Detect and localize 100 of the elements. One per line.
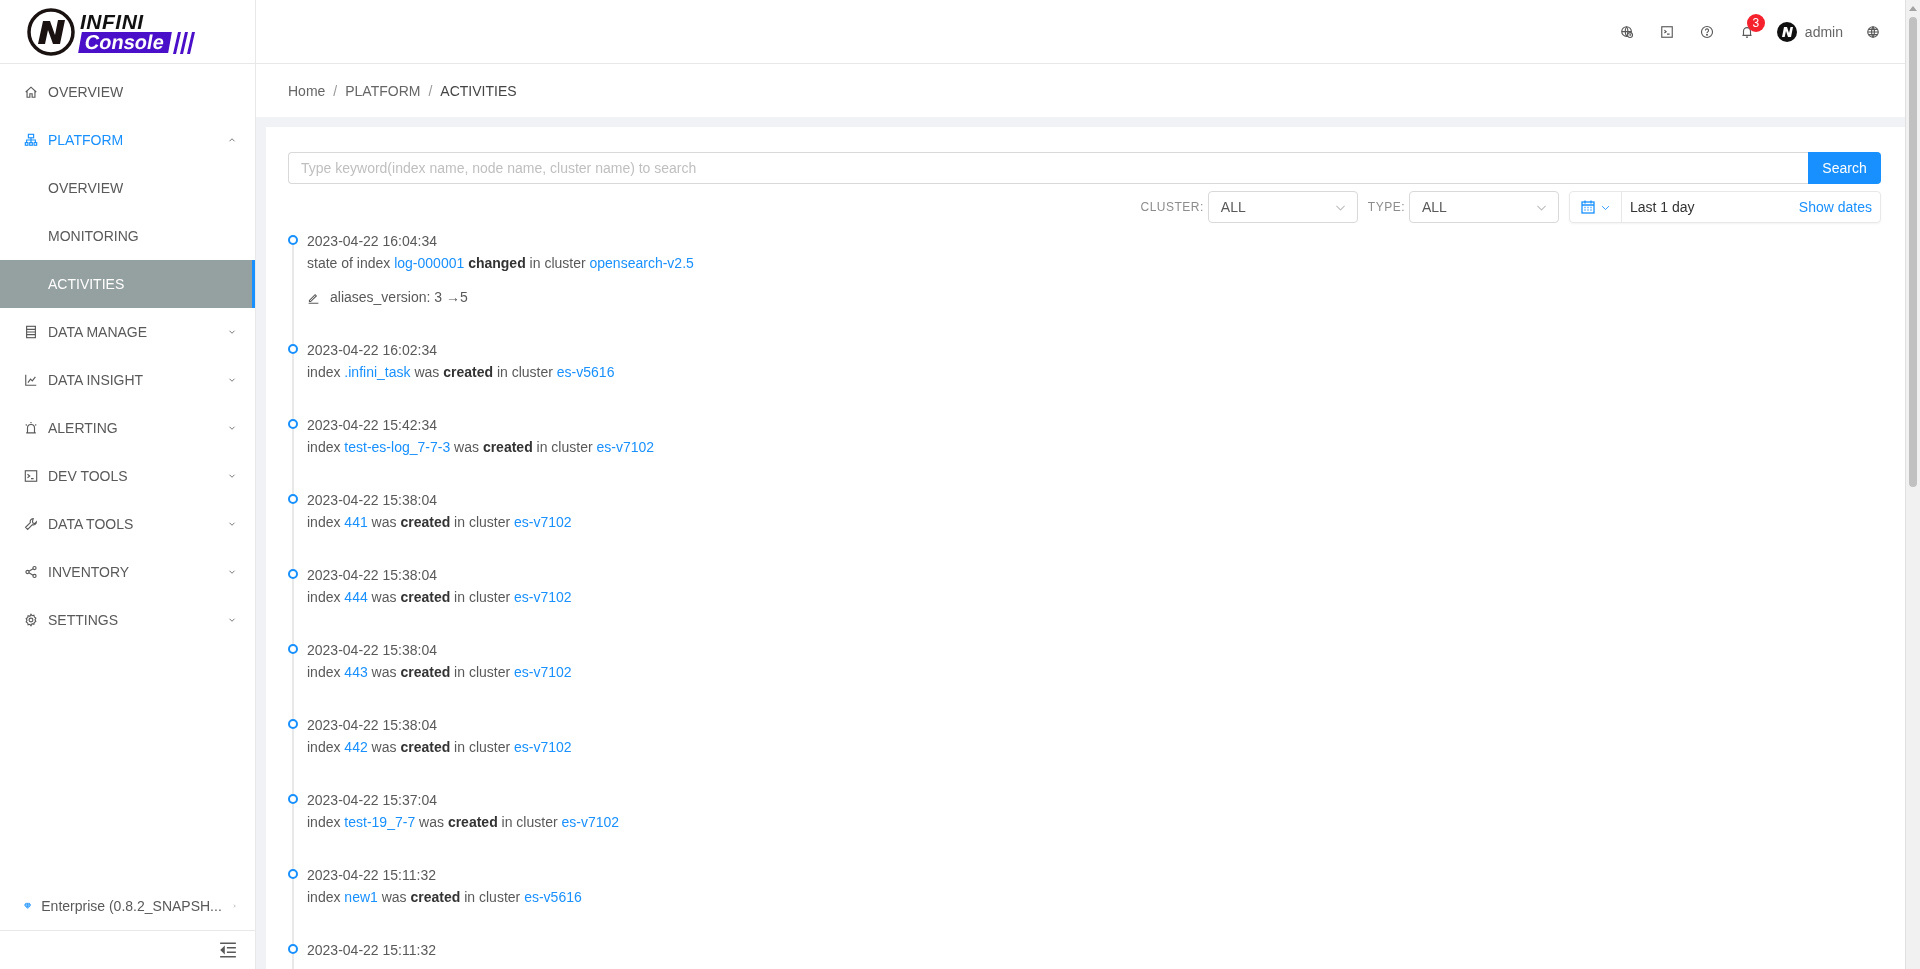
activity-link[interactable]: 442 xyxy=(344,739,368,755)
settings-icon xyxy=(24,613,38,627)
user-name[interactable]: admin xyxy=(1804,23,1843,40)
logo-product-label: Console xyxy=(78,31,172,53)
activity-message: state of index log-000001 changed in cluster opensearch-v2.5 xyxy=(307,254,695,273)
activity-message: index new1 was created in cluster es-v5616 xyxy=(307,888,583,907)
edition-item[interactable]: Enterprise (0.8.2_SNAPSH... xyxy=(0,882,255,931)
timeline-dot xyxy=(288,569,298,579)
activity-message: index .infini_task was created in cluster es-v5616 xyxy=(307,363,616,382)
timeline-dot xyxy=(288,235,298,245)
activity-link[interactable]: new1 xyxy=(344,889,378,905)
date-range-value: Last 1 day xyxy=(1629,199,1696,215)
change-detail: aliases_version: 3 →5 xyxy=(330,288,468,307)
activity-time: 2023-04-22 15:38:04 xyxy=(307,641,438,660)
menu-item[interactable]: DATA INSIGHT xyxy=(0,356,255,404)
breadcrumb-item[interactable]: PLATFORM xyxy=(345,82,421,99)
bell-icon xyxy=(1739,24,1754,39)
activity-message: index 441 was created in cluster es-v7102 xyxy=(307,513,573,532)
activity-time: 2023-04-22 16:04:34 xyxy=(307,232,438,251)
globe-clock-icon xyxy=(1619,24,1634,39)
submenu-item[interactable]: ACTIVITIES xyxy=(0,260,255,308)
show-dates-link[interactable]: Show dates xyxy=(1798,199,1880,215)
chart-icon xyxy=(24,373,38,387)
timeline-dot xyxy=(288,419,298,429)
activity-time: 2023-04-22 16:02:34 xyxy=(307,341,438,360)
menu-item[interactable]: DEV TOOLS xyxy=(0,452,255,500)
activity-link[interactable]: opensearch-v2.5 xyxy=(589,255,694,271)
timeline-dot xyxy=(288,494,298,504)
activity-link[interactable]: test-es-log_7-7-3 xyxy=(344,439,451,455)
search-button[interactable]: Search xyxy=(1808,152,1881,184)
menu-item[interactable]: OVERVIEW xyxy=(0,68,255,116)
terminal-icon xyxy=(1659,24,1674,39)
stripes-icon xyxy=(171,31,198,54)
activity-link[interactable]: es-v7102 xyxy=(596,439,655,455)
activity-link[interactable]: es-v7102 xyxy=(514,664,572,680)
activity-link[interactable]: es-v7102 xyxy=(514,514,572,530)
menu-item[interactable]: DATA TOOLS xyxy=(0,500,255,548)
logo-wordmark: INFINI xyxy=(80,10,145,32)
filter-label: TYPE: xyxy=(1367,200,1405,214)
menu-item[interactable]: PLATFORM xyxy=(0,116,255,164)
cluster-select[interactable]: ALL xyxy=(1207,191,1358,223)
breadcrumb-item: ACTIVITIES xyxy=(440,82,517,99)
breadcrumb-separator: / xyxy=(428,82,433,99)
activity-link[interactable]: 443 xyxy=(344,664,368,680)
avatar-icon xyxy=(1776,21,1797,42)
timeline-dot xyxy=(288,869,298,879)
help-icon xyxy=(1699,24,1714,39)
activity-time: 2023-04-22 15:11:32 xyxy=(307,941,437,960)
menu-item[interactable]: DATA MANAGE xyxy=(0,308,255,356)
alarm-icon xyxy=(24,421,38,435)
menu-item[interactable]: INVENTORY xyxy=(0,548,255,596)
chevron-right-icon xyxy=(231,901,237,911)
scrollbar-thumb[interactable] xyxy=(1909,17,1917,487)
activity-link[interactable]: log-000001 xyxy=(394,255,465,271)
activity-time: 2023-04-22 15:11:32 xyxy=(307,866,437,885)
menu-fold-icon xyxy=(219,941,237,959)
timeline-dot xyxy=(288,944,298,954)
collapse-menu-button[interactable] xyxy=(219,941,237,959)
activity-link[interactable]: es-v5616 xyxy=(556,364,615,380)
notifications-button[interactable]: 3 xyxy=(1726,11,1767,52)
activity-time: 2023-04-22 15:38:04 xyxy=(307,566,438,585)
logo-mark-icon xyxy=(26,6,76,57)
breadcrumb-item[interactable]: Home xyxy=(288,82,326,99)
activity-time: 2023-04-22 15:38:04 xyxy=(307,716,438,735)
submenu-item[interactable]: MONITORING xyxy=(0,212,255,260)
calendar-icon xyxy=(1580,199,1596,215)
activity-message: index 443 was created in cluster es-v7102 xyxy=(307,663,573,682)
activity-message: index test-19_7-7 was created in cluster es-v7102 xyxy=(307,813,621,832)
list-icon xyxy=(24,325,38,339)
activity-time: 2023-04-22 15:37:04 xyxy=(307,791,438,810)
activity-link[interactable]: 444 xyxy=(344,589,368,605)
share-icon xyxy=(24,565,38,579)
wrench-icon xyxy=(24,517,38,531)
activity-link[interactable]: es-v7102 xyxy=(561,814,620,830)
filter-label: CLUSTER: xyxy=(1140,200,1204,214)
globe-icon xyxy=(1866,24,1880,39)
activity-message: index 444 was created in cluster es-v7102 xyxy=(307,588,573,607)
activity-link[interactable]: es-v5616 xyxy=(524,889,582,905)
search-field[interactable]: Type keyword(index name, node name, cluster name) to search xyxy=(288,152,1808,184)
breadcrumb-separator: / xyxy=(333,82,338,99)
activity-time: 2023-04-22 15:42:34 xyxy=(307,416,438,435)
menu-item[interactable]: ALERTING xyxy=(0,404,255,452)
timeline-dot xyxy=(288,344,298,354)
menu-item[interactable]: SETTINGS xyxy=(0,596,255,644)
activity-link[interactable]: .infini_task xyxy=(344,364,411,380)
submenu-item[interactable]: OVERVIEW xyxy=(0,164,255,212)
terminal-icon xyxy=(24,469,38,483)
notification-count: 3 xyxy=(1746,13,1765,32)
activity-time: 2023-04-22 15:38:04 xyxy=(307,491,438,510)
activity-link[interactable]: es-v7102 xyxy=(514,739,572,755)
date-range-picker[interactable]: Last 1 day Show dates xyxy=(1569,191,1881,223)
timeline-dot xyxy=(288,644,298,654)
activity-link[interactable]: test-19_7-7 xyxy=(344,814,416,830)
activity-link[interactable]: es-v7102 xyxy=(514,589,572,605)
timeline-dot xyxy=(288,719,298,729)
activity-link[interactable]: 441 xyxy=(344,514,368,530)
timeline-dot xyxy=(288,794,298,804)
activity-message: index test-es-log_7-7-3 was created in cluster es-v7102 xyxy=(307,438,656,457)
activity-message: index 442 was created in cluster es-v7102 xyxy=(307,738,573,757)
type-select[interactable]: ALL xyxy=(1409,191,1559,223)
